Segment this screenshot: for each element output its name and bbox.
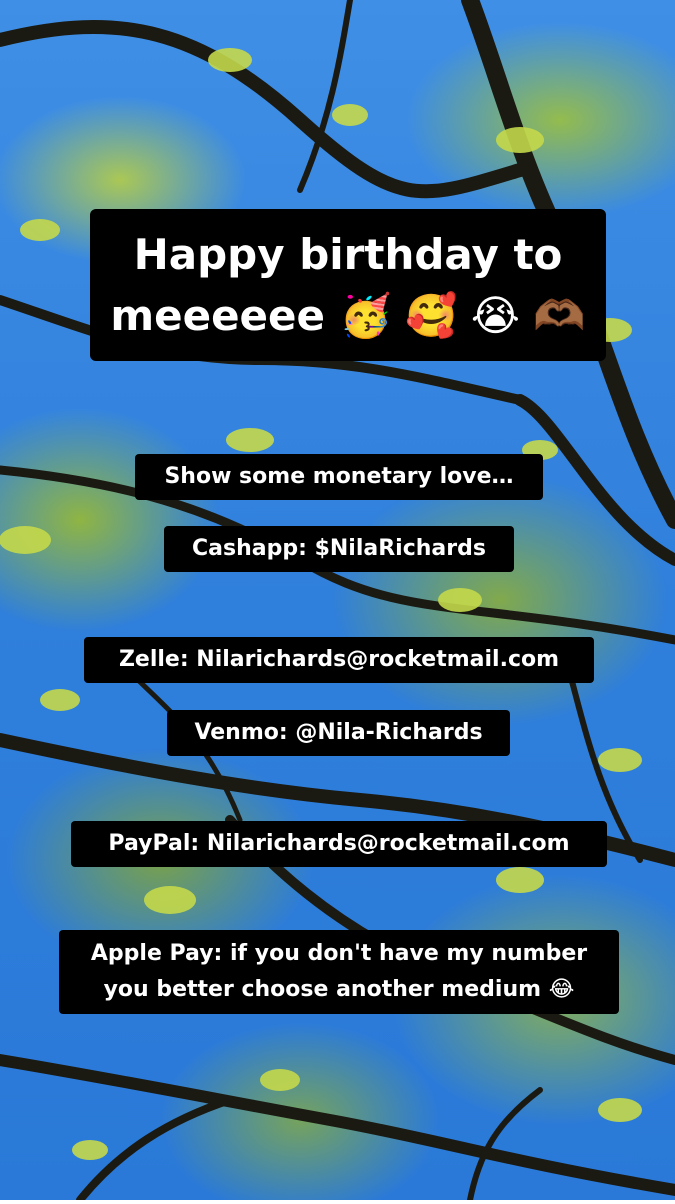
cashapp-caption: Cashapp: $NilaRichards xyxy=(164,526,514,572)
headline-line-2: meeeeee xyxy=(110,291,326,340)
applepay-line-1: Apple Pay: if you don't have my number xyxy=(90,941,588,966)
celebration-emojis: 🥳 🥰 😭 🫶🏾 xyxy=(339,291,586,340)
applepay-line-2: you better choose another medium xyxy=(103,977,542,1002)
venmo-caption: Venmo: @Nila-Richards xyxy=(167,710,510,756)
branches-image xyxy=(0,0,675,1204)
intro-caption: Show some monetary love… xyxy=(135,454,543,500)
paypal-caption: PayPal: Nilarichards@rocketmail.com xyxy=(71,821,607,867)
headline-line-1: Happy birthday to xyxy=(133,230,563,279)
applepay-caption: Apple Pay: if you don't have my number y… xyxy=(59,930,619,1014)
tree-photo-background xyxy=(0,0,675,1204)
laughing-emoji: 😂 xyxy=(548,977,575,1002)
birthday-headline: Happy birthday to meeeeee 🥳 🥰 😭 🫶🏾 xyxy=(90,209,606,361)
zelle-caption: Zelle: Nilarichards@rocketmail.com xyxy=(84,637,594,683)
